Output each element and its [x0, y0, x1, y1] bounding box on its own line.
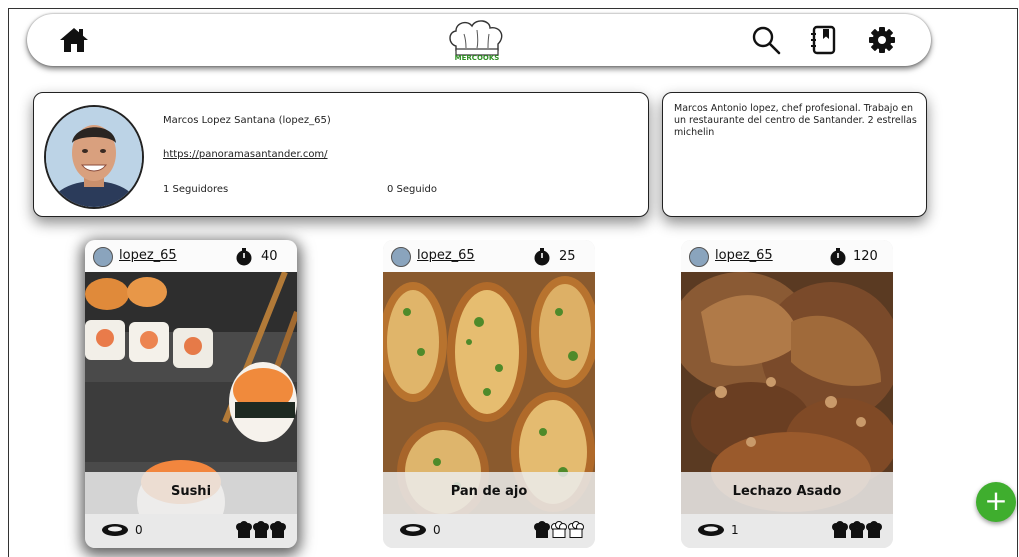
user-avatar [93, 247, 113, 267]
difficulty-hats [534, 521, 584, 538]
user-avatar [391, 247, 411, 267]
cook-time: 40 [261, 249, 278, 264]
logo-text: MERCOOKS [455, 54, 500, 62]
search-icon[interactable] [750, 24, 782, 56]
dish-count: 1 [731, 523, 739, 537]
profile-avatar [44, 105, 144, 209]
profile-bio: Marcos Antonio lopez, chef profesional. … [674, 103, 917, 138]
chef-hat-outline-icon [568, 521, 584, 538]
chef-hat-icon [270, 521, 286, 538]
add-recipe-button[interactable]: + [976, 482, 1016, 522]
user-avatar [689, 247, 709, 267]
following-count[interactable]: 0 Seguido [387, 184, 437, 195]
chef-hat-icon [236, 521, 252, 538]
profile-card: Marcos Lopez Santana (lopez_65) https://… [33, 92, 649, 217]
chef-hat-icon [253, 521, 269, 538]
dish-icon[interactable] [399, 523, 427, 537]
dish-icon[interactable] [101, 523, 129, 537]
chef-hat-icon [866, 521, 882, 538]
dish-count: 0 [433, 523, 441, 537]
difficulty-hats [236, 521, 286, 538]
chef-hat-icon [534, 521, 550, 538]
app-logo[interactable]: MERCOOKS [446, 16, 508, 62]
recipe-title: Lechazo Asado [732, 484, 842, 499]
recipe-author-link[interactable]: lopez_65 [715, 248, 773, 263]
bio-card: Marcos Antonio lopez, chef profesional. … [662, 92, 927, 217]
timer-icon [534, 248, 550, 266]
cook-time: 120 [853, 249, 878, 264]
recipe-card-pan-de-ajo[interactable]: lopez_65 25 Pan de ajo 0 [383, 240, 595, 548]
profile-website-link[interactable]: https://panoramasantander.com/ [163, 149, 328, 160]
card-header: lopez_65 120 [681, 240, 893, 272]
top-nav-bar: MERCOOKS [27, 14, 931, 66]
followers-count[interactable]: 1 Seguidores [163, 184, 228, 195]
card-header: lopez_65 40 [85, 240, 297, 272]
profile-name: Marcos Lopez Santana (lopez_65) [163, 115, 331, 126]
difficulty-hats [832, 521, 882, 538]
recipe-author-link[interactable]: lopez_65 [119, 248, 177, 263]
notebook-icon[interactable] [808, 24, 840, 56]
card-footer: Pan de ajo 0 [383, 472, 595, 548]
timer-icon [830, 248, 846, 266]
card-footer: Sushi 0 [85, 472, 297, 548]
chef-hat-outline-icon [551, 521, 567, 538]
timer-icon [236, 248, 252, 266]
chef-hat-icon [849, 521, 865, 538]
cook-time: 25 [559, 249, 576, 264]
recipe-card-sushi[interactable]: lopez_65 40 Sushi 0 [85, 240, 297, 548]
dish-icon[interactable] [697, 523, 725, 537]
recipe-card-lechazo-asado[interactable]: lopez_65 120 Lechazo Asado 1 [681, 240, 893, 548]
gear-icon[interactable] [866, 24, 898, 56]
home-icon[interactable] [58, 24, 90, 56]
card-footer: Lechazo Asado 1 [681, 472, 893, 548]
recipe-author-link[interactable]: lopez_65 [417, 248, 475, 263]
card-header: lopez_65 25 [383, 240, 595, 272]
dish-count: 0 [135, 523, 143, 537]
recipe-title: Pan de ajo [450, 484, 528, 499]
chef-hat-icon [832, 521, 848, 538]
recipe-title: Sushi [170, 484, 212, 499]
